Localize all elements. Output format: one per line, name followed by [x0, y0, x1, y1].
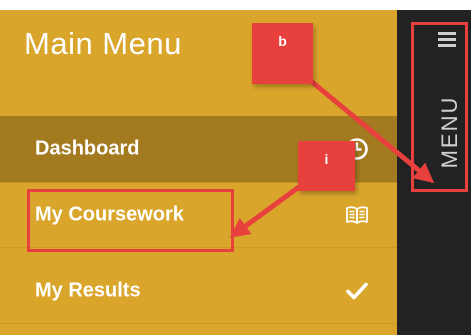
book-icon — [343, 201, 371, 229]
menu-item-label: My Results — [35, 279, 141, 301]
menu-item-my-results[interactable]: My Results — [0, 258, 397, 324]
callout-b: b — [252, 23, 313, 84]
callout-i: i — [298, 141, 355, 191]
menu-item-label: Dashboard — [35, 137, 140, 160]
menu-title: Main Menu — [24, 26, 182, 61]
checkmark-icon — [343, 277, 371, 305]
highlight-box-my-coursework — [27, 189, 234, 252]
highlight-box-menu-toggle — [411, 22, 468, 192]
